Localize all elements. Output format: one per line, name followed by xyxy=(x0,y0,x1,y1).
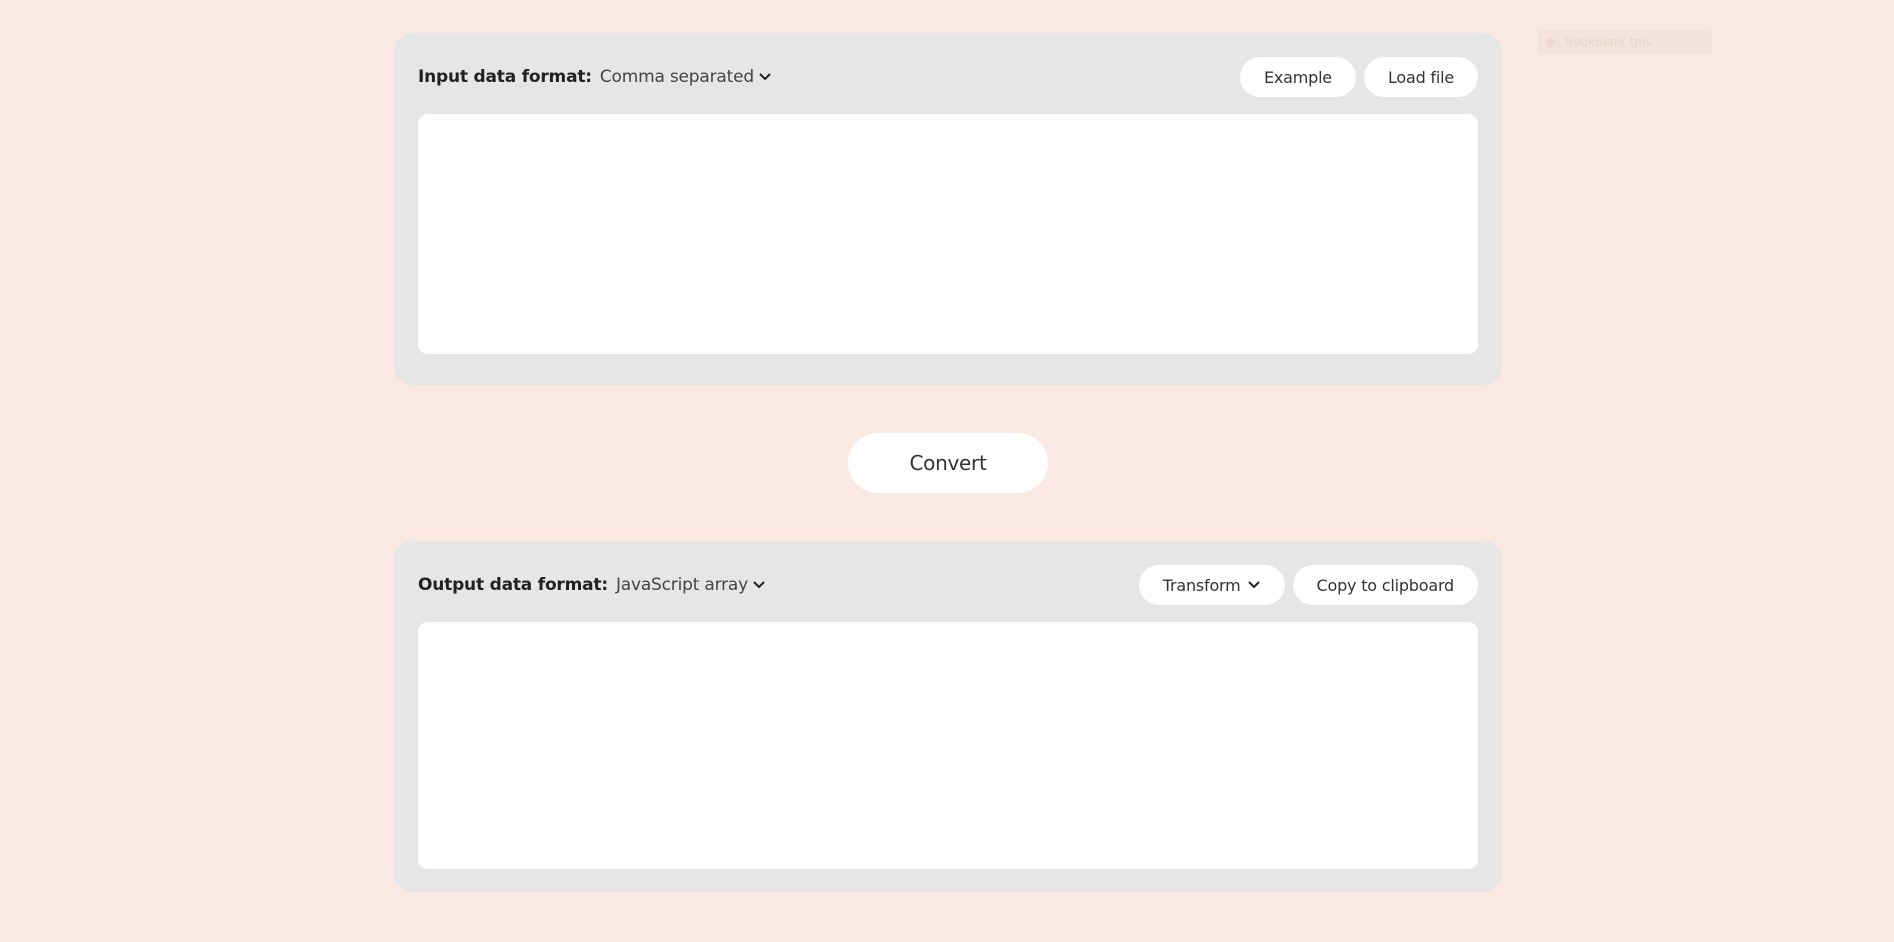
input-panel: Input data format: Comma separated Examp… xyxy=(394,33,1502,385)
input-format-label: Input data format: xyxy=(418,67,592,87)
faded-badge[interactable]: Bookmark this xyxy=(1538,30,1712,54)
output-panel-header: Output data format: JavaScript array Tra… xyxy=(418,565,1478,605)
convert-button[interactable]: Convert xyxy=(848,433,1048,493)
chevron-down-icon xyxy=(753,581,765,589)
page: Bookmark this Input data format: Comma s… xyxy=(0,0,1894,942)
transform-button[interactable]: Transform xyxy=(1138,565,1285,605)
example-button[interactable]: Example xyxy=(1239,57,1356,97)
badge-label: Bookmark this xyxy=(1565,35,1652,49)
badge-dot-icon xyxy=(1546,37,1555,47)
chevron-down-icon xyxy=(759,73,771,81)
output-format-dropdown[interactable]: JavaScript array xyxy=(616,575,766,595)
transform-button-label: Transform xyxy=(1162,575,1241,595)
input-button-group: Example Load file xyxy=(1239,57,1478,97)
output-format-label: Output data format: xyxy=(418,575,608,595)
output-panel: Output data format: JavaScript array Tra… xyxy=(394,541,1502,892)
input-textarea[interactable] xyxy=(418,114,1478,354)
input-format-value: Comma separated xyxy=(599,67,754,87)
input-format-dropdown[interactable]: Comma separated xyxy=(600,67,772,87)
output-format-group: Output data format: JavaScript array xyxy=(418,575,766,595)
input-panel-header: Input data format: Comma separated Examp… xyxy=(418,57,1478,97)
input-format-group: Input data format: Comma separated xyxy=(418,67,772,87)
output-textarea[interactable] xyxy=(418,622,1478,869)
load-file-button[interactable]: Load file xyxy=(1363,57,1478,97)
copy-to-clipboard-button[interactable]: Copy to clipboard xyxy=(1292,565,1478,605)
output-format-value: JavaScript array xyxy=(615,575,748,595)
chevron-down-icon xyxy=(1247,581,1260,589)
output-button-group: Transform Copy to clipboard xyxy=(1138,565,1478,605)
